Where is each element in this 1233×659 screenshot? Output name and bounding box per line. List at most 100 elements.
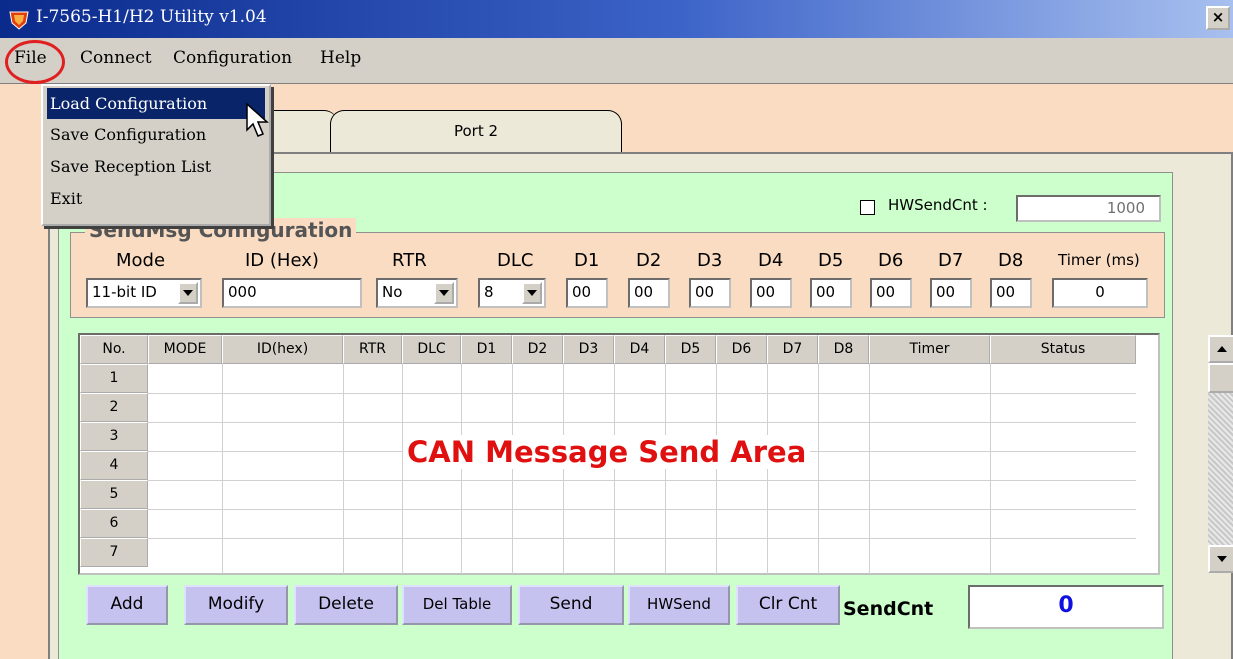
table-header[interactable]: D8 (818, 335, 869, 364)
d8-input[interactable]: 00 (990, 278, 1032, 308)
close-icon[interactable]: × (1206, 6, 1230, 30)
timer-label: Timer (ms) (1058, 251, 1140, 269)
d7-label: D7 (938, 250, 964, 271)
send-button[interactable]: Send (518, 585, 624, 625)
chevron-down-icon[interactable] (178, 282, 198, 304)
app-icon (9, 11, 29, 30)
window-title: I-7565-H1/H2 Utility v1.04 (36, 7, 267, 27)
chevron-down-icon[interactable] (522, 282, 542, 304)
grid-line (148, 393, 1136, 394)
table-row[interactable]: 6 (80, 509, 148, 538)
rtr-value: No (382, 283, 403, 301)
hwsendcnt-field[interactable]: 1000 (1016, 195, 1161, 222)
mode-select[interactable]: 11-bit ID (86, 278, 202, 308)
sendcnt-label: SendCnt (843, 590, 965, 630)
scroll-thumb[interactable] (1208, 363, 1233, 393)
grid-line (767, 364, 768, 574)
rtr-select[interactable]: No (376, 278, 458, 308)
scroll-up-icon[interactable] (1208, 335, 1233, 363)
d2-input[interactable]: 00 (628, 278, 670, 308)
sendcnt-value: 0 (968, 585, 1164, 629)
mouse-cursor-icon (246, 102, 269, 137)
menu-connect[interactable]: Connect (80, 48, 152, 68)
d8-label: D8 (998, 250, 1024, 271)
table-header[interactable]: D2 (512, 335, 563, 364)
delete-button[interactable]: Delete (294, 585, 398, 625)
del-table-button[interactable]: Del Table (402, 585, 512, 625)
grid-line (148, 422, 1136, 423)
d5-label: D5 (818, 250, 844, 271)
d2-label: D2 (636, 250, 662, 271)
table-header[interactable]: D1 (461, 335, 512, 364)
table-header[interactable]: D7 (767, 335, 818, 364)
table-header[interactable]: Status (990, 335, 1136, 364)
chevron-down-icon[interactable] (434, 282, 454, 304)
d3-input[interactable]: 00 (689, 278, 731, 308)
tab-port-2[interactable]: Port 2 (330, 110, 622, 154)
table-scrollbar[interactable] (1208, 335, 1233, 573)
table-header[interactable]: ID(hex) (222, 335, 343, 364)
dlc-value: 8 (484, 283, 494, 301)
dlc-select[interactable]: 8 (478, 278, 546, 308)
d4-label: D4 (758, 250, 784, 271)
rtr-label: RTR (392, 250, 427, 271)
grid-line (461, 364, 462, 574)
table-header[interactable]: D6 (716, 335, 767, 364)
d7-input[interactable]: 00 (930, 278, 972, 308)
menu-configuration[interactable]: Configuration (173, 48, 292, 68)
table-header[interactable]: MODE (148, 335, 222, 364)
d6-label: D6 (878, 250, 904, 271)
menu-bar: File Connect Configuration Help (0, 38, 1233, 84)
mode-value: 11-bit ID (92, 283, 157, 301)
menu-item-save-reception-list[interactable]: Save Reception List (47, 151, 265, 182)
table-row[interactable]: 7 (80, 538, 148, 567)
table-header[interactable]: No. (80, 335, 148, 364)
table-header[interactable]: RTR (343, 335, 402, 364)
d5-input[interactable]: 00 (810, 278, 852, 308)
d6-input[interactable]: 00 (870, 278, 912, 308)
can-message-send-area-label: CAN Message Send Area (403, 435, 811, 469)
clr-cnt-button[interactable]: Clr Cnt (736, 585, 840, 625)
title-bar[interactable]: I-7565-H1/H2 Utility v1.04 × (0, 0, 1233, 38)
grid-line (343, 364, 344, 574)
table-header[interactable]: D4 (614, 335, 665, 364)
file-dropdown-menu: Load Configuration Save Configuration Sa… (41, 84, 271, 226)
timer-input[interactable]: 0 (1052, 278, 1148, 308)
menu-help[interactable]: Help (320, 48, 361, 68)
hwsendcnt-checkbox[interactable] (860, 200, 875, 215)
menu-item-load-configuration[interactable]: Load Configuration (47, 88, 265, 119)
grid-line (990, 364, 991, 574)
d4-input[interactable]: 00 (750, 278, 792, 308)
table-row[interactable]: 1 (80, 364, 148, 393)
hwsend-button[interactable]: HWSend (628, 585, 730, 625)
table-row[interactable]: 5 (80, 480, 148, 509)
file-menu-highlight-circle (5, 40, 65, 84)
add-button[interactable]: Add (86, 585, 168, 625)
table-row[interactable]: 3 (80, 422, 148, 451)
table-header[interactable]: Timer (869, 335, 990, 364)
grid-line (716, 364, 717, 574)
grid-line (614, 364, 615, 574)
id-label: ID (Hex) (245, 250, 319, 271)
grid-line (869, 364, 870, 574)
hwsendcnt-label: HWSendCnt : (888, 196, 988, 214)
grid-line (148, 509, 1136, 510)
application-window: I-7565-H1/H2 Utility v1.04 × File Connec… (0, 0, 1233, 659)
table-row[interactable]: 4 (80, 451, 148, 480)
grid-line (512, 364, 513, 574)
grid-line (148, 538, 1136, 539)
d1-label: D1 (574, 250, 600, 271)
menu-item-save-configuration[interactable]: Save Configuration (47, 119, 265, 150)
d1-input[interactable]: 00 (566, 278, 608, 308)
table-header[interactable]: D3 (563, 335, 614, 364)
table-row[interactable]: 2 (80, 393, 148, 422)
modify-button[interactable]: Modify (184, 585, 288, 625)
grid-line (563, 364, 564, 574)
scroll-down-icon[interactable] (1208, 545, 1233, 573)
table-header[interactable]: D5 (665, 335, 716, 364)
dlc-label: DLC (497, 250, 534, 271)
grid-line (148, 480, 1136, 481)
id-input[interactable]: 000 (222, 278, 362, 308)
table-header[interactable]: DLC (402, 335, 461, 364)
menu-item-exit[interactable]: Exit (47, 183, 265, 214)
